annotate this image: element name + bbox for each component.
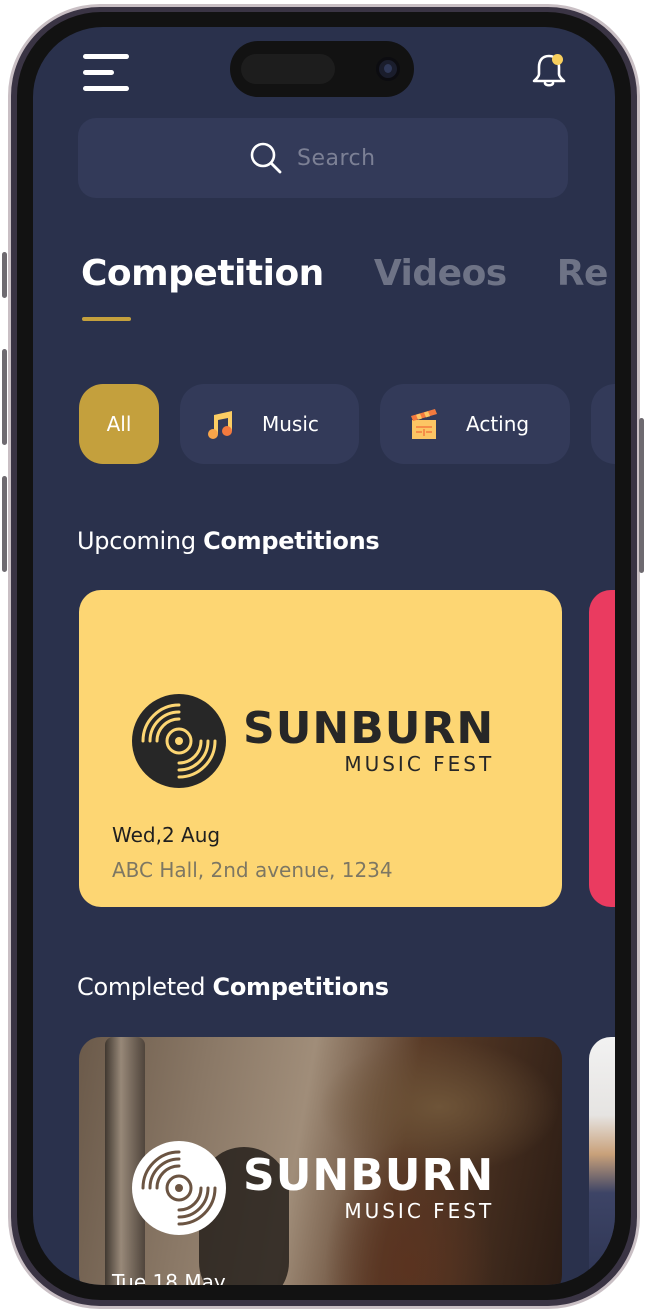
event-date: Tue 18 May — [112, 1270, 226, 1285]
tab-partial[interactable]: Re — [557, 253, 609, 294]
search-icon — [250, 142, 282, 174]
music-note-icon — [208, 411, 232, 439]
category-chip-more[interactable] — [591, 384, 615, 464]
volume-up-button — [2, 349, 7, 445]
dynamic-island — [230, 41, 414, 97]
section-title-bold: Competitions — [212, 973, 390, 1001]
vinyl-record-icon — [132, 1141, 226, 1235]
volume-down-button — [2, 476, 7, 572]
event-subtitle: MUSIC FEST — [344, 1199, 495, 1223]
menu-line — [83, 54, 129, 59]
event-brand: SUNBURN — [243, 1150, 495, 1201]
event-subtitle: MUSIC FEST — [344, 752, 495, 776]
menu-line — [83, 86, 129, 91]
completed-section-title: Completed Competitions — [77, 973, 389, 1001]
bell-icon — [532, 54, 566, 87]
category-chip-music[interactable]: Music — [180, 384, 359, 464]
search-input[interactable] — [297, 145, 397, 171]
app-screen: Competition Videos Re All Music — [33, 27, 615, 1285]
tab-videos[interactable]: Videos — [374, 253, 507, 294]
search-bar[interactable] — [78, 118, 568, 198]
content-tabs: Competition Videos Re — [81, 253, 608, 294]
chip-label: Music — [262, 412, 319, 436]
upcoming-section-title: Upcoming Competitions — [77, 527, 380, 555]
event-venue: ABC Hall, 2nd avenue, 1234 — [112, 858, 393, 882]
chip-label: Acting — [466, 412, 530, 436]
notification-badge — [552, 54, 563, 65]
section-title-bold: Competitions — [203, 527, 380, 555]
action-button — [2, 252, 7, 298]
chip-label: All — [106, 412, 132, 436]
tab-competition[interactable]: Competition — [81, 253, 324, 294]
event-wordmark: SUNBURN MUSIC FEST — [243, 1150, 495, 1224]
section-title-light: Completed — [77, 973, 206, 1001]
active-tab-indicator — [82, 317, 131, 321]
clapperboard-icon — [411, 409, 437, 439]
category-chip-all[interactable]: All — [79, 384, 159, 464]
upcoming-event-card-next[interactable] — [589, 590, 615, 907]
event-brand: SUNBURN — [243, 703, 495, 754]
section-title-light: Upcoming — [77, 527, 196, 555]
front-camera — [376, 57, 400, 81]
event-logo: SUNBURN MUSIC FEST — [131, 1140, 494, 1236]
island-sensor — [241, 54, 335, 84]
menu-line — [83, 70, 114, 75]
hamburger-menu-icon[interactable] — [81, 52, 131, 91]
category-filters: All Music Acting — [79, 384, 615, 464]
completed-event-card-next[interactable] — [589, 1037, 615, 1285]
event-date: Wed,2 Aug — [112, 823, 221, 847]
category-chip-acting[interactable]: Acting — [380, 384, 570, 464]
upcoming-event-card[interactable]: SUNBURN MUSIC FEST Wed,2 Aug ABC Hall, 2… — [79, 590, 562, 907]
event-wordmark: SUNBURN MUSIC FEST — [243, 703, 495, 777]
power-button — [639, 418, 644, 573]
notification-button[interactable] — [529, 51, 569, 91]
vinyl-record-icon — [132, 694, 226, 788]
event-logo: SUNBURN MUSIC FEST — [131, 693, 494, 789]
completed-event-card[interactable]: SUNBURN MUSIC FEST Tue 18 May — [79, 1037, 562, 1285]
